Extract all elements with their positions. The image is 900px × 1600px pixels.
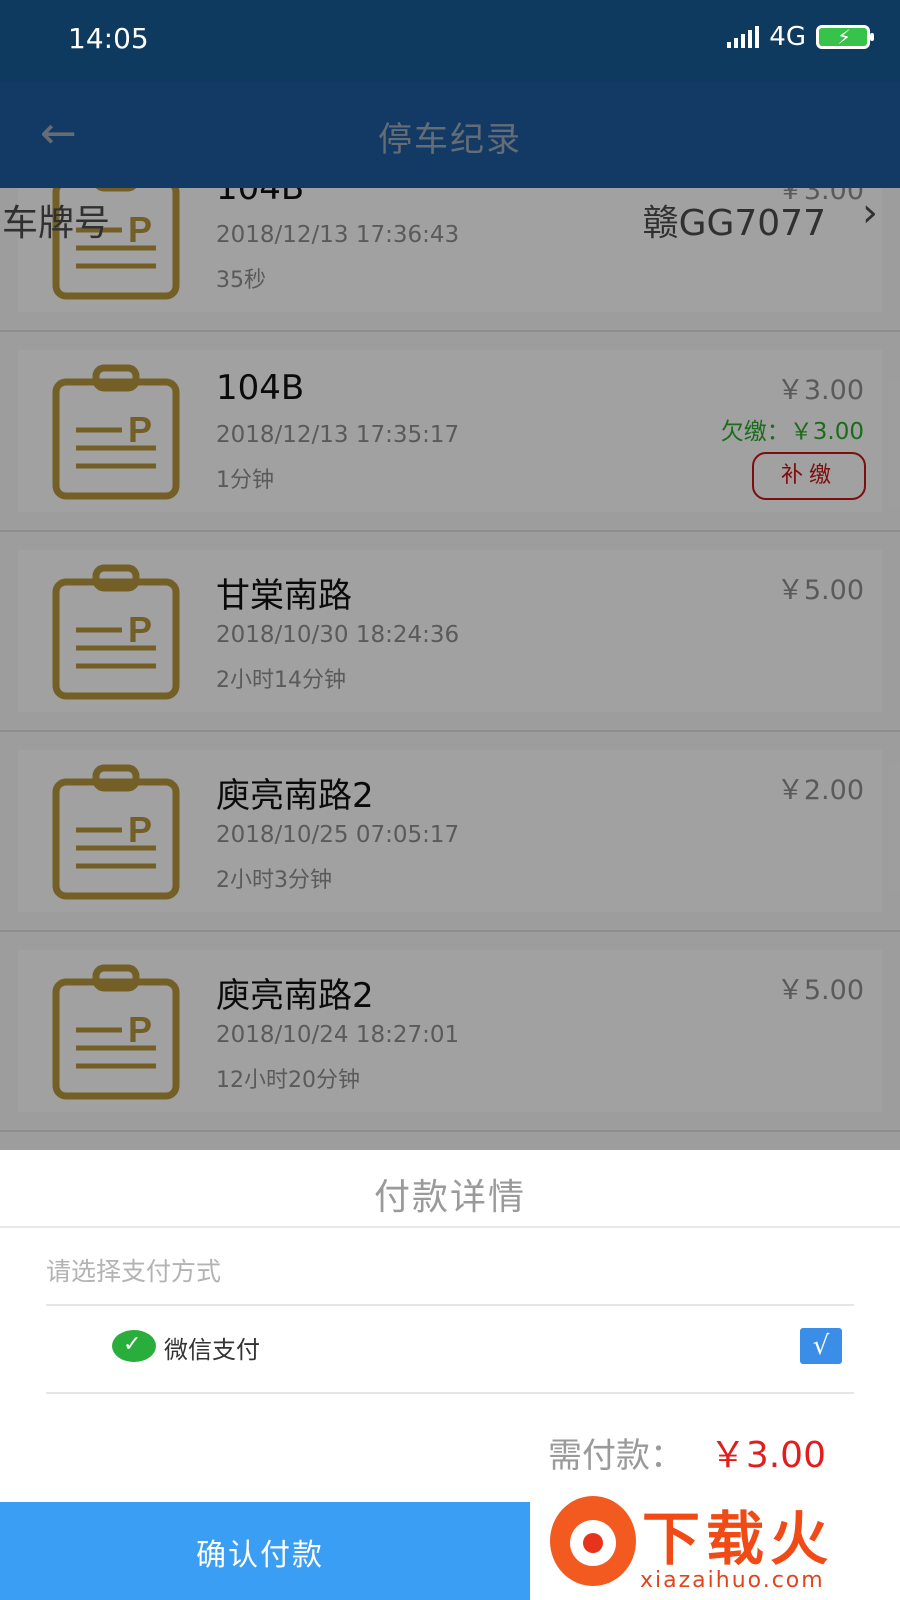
amount-due-label: 需付款： [548, 1436, 684, 1476]
battery-icon: ⚡ [816, 25, 874, 49]
watermark-url: xiazaihuo.com [640, 1568, 825, 1593]
wechat-pay-label: 微信支付 [164, 1336, 260, 1364]
signal-icon [727, 26, 760, 48]
chevron-right-icon: › [862, 190, 878, 236]
network-type: 4G [769, 22, 806, 52]
status-indicators: 4G ⚡ [727, 22, 874, 52]
watermark-brand: 下载火 [642, 1505, 835, 1573]
payment-method-prompt: 请选择支付方式 [46, 1257, 222, 1286]
amount-due-value: ￥3.00 [709, 1435, 826, 1476]
divider [0, 1226, 900, 1228]
wechat-pay-icon: ✓ [112, 1330, 156, 1362]
wechat-pay-option[interactable]: ✓ 微信支付 √ [46, 1306, 854, 1392]
plate-label: 车牌号 [2, 203, 111, 244]
xiazaihuo-watermark-logo: 下载火 xiazaihuo.com [530, 1488, 900, 1600]
wechat-pay-checkbox[interactable]: √ [800, 1328, 842, 1364]
payment-sheet-title: 付款详情 [373, 1177, 526, 1218]
confirm-payment-label: 确认付款 [196, 1538, 324, 1573]
status-bar: 14:05 4G ⚡ [0, 0, 900, 82]
flame-logo-icon [550, 1496, 636, 1586]
plate-number-row[interactable]: 车牌号 赣GG7077 › [0, 188, 900, 244]
divider [46, 1392, 854, 1394]
plate-value: 赣GG7077 [642, 203, 826, 244]
status-time: 14:05 [68, 22, 149, 55]
